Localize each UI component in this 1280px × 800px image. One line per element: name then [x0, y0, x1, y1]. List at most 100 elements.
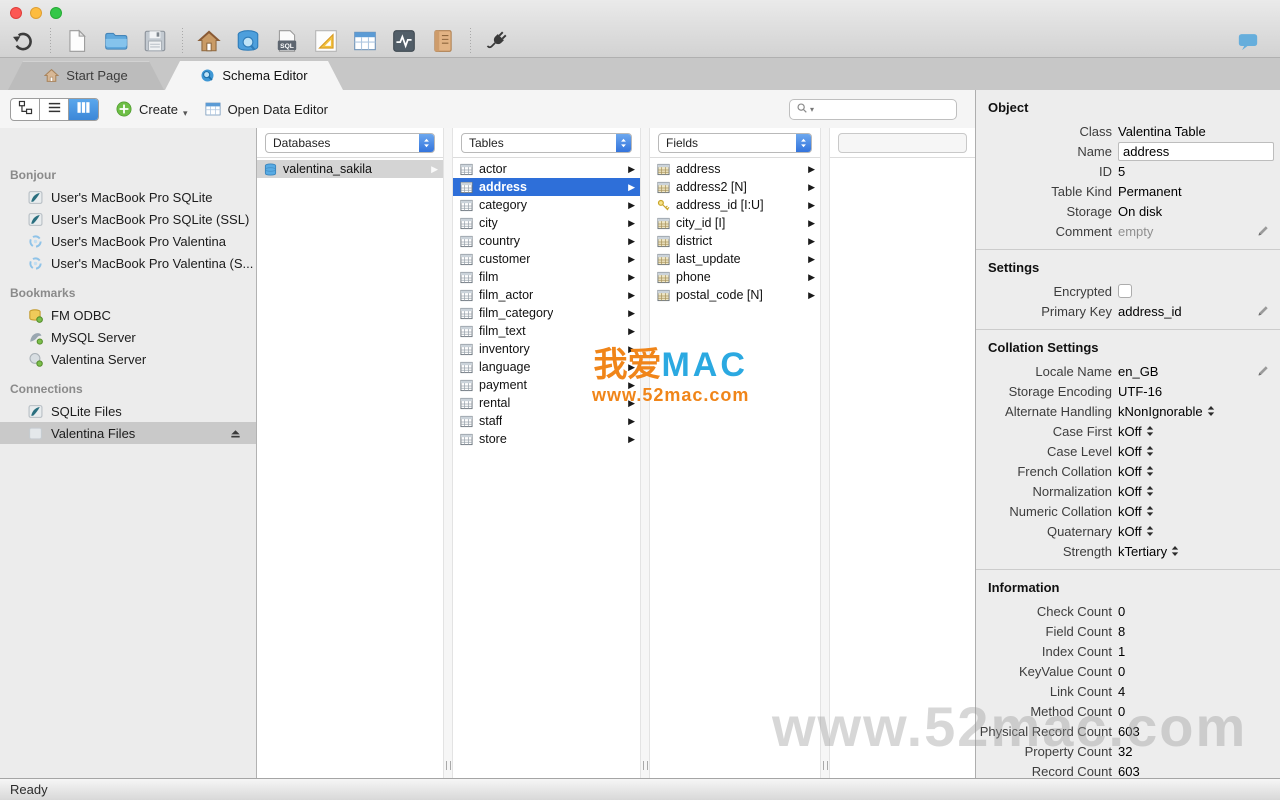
empty-popup-button[interactable] — [838, 132, 967, 153]
property-row-numeric-collation: Numeric Collation kOff — [976, 501, 1280, 521]
sql-editor-icon[interactable]: SQL — [274, 28, 300, 54]
data-editor-icon[interactable] — [352, 28, 378, 54]
value-stepper-icon[interactable] — [1146, 425, 1154, 437]
list-item-film[interactable]: film ▶ — [453, 268, 640, 286]
table-icon — [460, 199, 473, 212]
save-icon[interactable] — [142, 28, 168, 54]
column-header: Tables — [453, 128, 640, 158]
list-item-label: film_actor — [479, 288, 534, 302]
new-document-icon[interactable] — [64, 28, 90, 54]
column-splitter[interactable] — [820, 128, 830, 778]
list-item-last-update[interactable]: last_update ▶ — [650, 250, 820, 268]
disclosure-arrow-icon: ▶ — [628, 289, 635, 300]
open-folder-icon[interactable] — [103, 28, 129, 54]
property-label: Physical Record Count — [979, 723, 1112, 739]
list-view-button[interactable] — [40, 98, 69, 120]
column-splitter[interactable] — [640, 128, 650, 778]
tables-popup-button[interactable]: Tables — [461, 132, 632, 153]
sidebar-item-sqlite-files[interactable]: SQLite Files — [0, 400, 256, 422]
value-stepper-icon[interactable] — [1146, 525, 1154, 537]
property-value: 5 — [1118, 163, 1126, 179]
tab-schema-editor[interactable]: Schema Editor — [165, 61, 343, 90]
sidebar-item-valentina-files[interactable]: Valentina Files — [0, 422, 256, 444]
sidebar-item-fm-odbc[interactable]: FM ODBC — [0, 304, 256, 326]
value-stepper-icon[interactable] — [1146, 505, 1154, 517]
valentina-bonjour-icon — [28, 234, 43, 249]
value-stepper-icon[interactable] — [1171, 545, 1179, 557]
column-splitter[interactable] — [443, 128, 453, 778]
disclosure-arrow-icon: ▶ — [628, 433, 635, 444]
server-admin-icon[interactable] — [391, 28, 417, 54]
close-button[interactable] — [10, 7, 22, 19]
feedback-bubble-button[interactable] — [1236, 30, 1260, 52]
sidebar-item-mysql-server[interactable]: MySQL Server — [0, 326, 256, 348]
list-item-postal-code-n-[interactable]: postal_code [N] ▶ — [650, 286, 820, 304]
list-item-rental[interactable]: rental ▶ — [453, 394, 640, 412]
undo-icon[interactable] — [10, 28, 36, 54]
property-value: 8 — [1118, 623, 1126, 639]
name-input[interactable] — [1118, 141, 1274, 161]
search-input[interactable] — [816, 102, 950, 116]
sqlite-feather-icon — [28, 190, 43, 205]
list-item-address[interactable]: address ▶ — [453, 178, 640, 196]
diagram-editor-icon[interactable] — [313, 28, 339, 54]
schema-editor-icon[interactable] — [235, 28, 261, 54]
value-stepper-icon[interactable] — [1146, 485, 1154, 497]
list-item-inventory[interactable]: inventory ▶ — [453, 340, 640, 358]
list-item-staff[interactable]: staff ▶ — [453, 412, 640, 430]
edit-pencil-icon[interactable] — [1256, 364, 1270, 378]
property-label: Strength — [1062, 543, 1112, 559]
sidebar-item-valentina-server[interactable]: Valentina Server — [0, 348, 256, 370]
column-view-button[interactable] — [69, 98, 98, 120]
list-item-country[interactable]: country ▶ — [453, 232, 640, 250]
minimize-button[interactable] — [30, 7, 42, 19]
disclosure-arrow-icon: ▶ — [628, 379, 635, 390]
list-item-address[interactable]: address ▶ — [650, 160, 820, 178]
list-item-label: store — [479, 432, 507, 446]
property-value: 603 — [1118, 723, 1140, 739]
list-item-language[interactable]: language ▶ — [453, 358, 640, 376]
column-list: actor ▶ address ▶ category ▶ city ▶ country ▶ cust… — [453, 158, 640, 778]
value-stepper-icon[interactable] — [1146, 465, 1154, 477]
sidebar-item-user-s-macbook-pro-valentina[interactable]: User's MacBook Pro Valentina — [0, 230, 256, 252]
property-value: kOff — [1118, 464, 1154, 479]
tab-start-page[interactable]: Start Page — [8, 61, 164, 90]
list-item-district[interactable]: district ▶ — [650, 232, 820, 250]
sidebar-item-user-s-macbook-pro-sqlite[interactable]: User's MacBook Pro SQLite — [0, 186, 256, 208]
list-item-customer[interactable]: customer ▶ — [453, 250, 640, 268]
list-item-actor[interactable]: actor ▶ — [453, 160, 640, 178]
list-item-address-id-i-u-[interactable]: address_id [I:U] ▶ — [650, 196, 820, 214]
list-item-category[interactable]: category ▶ — [453, 196, 640, 214]
report-editor-icon[interactable] — [430, 28, 456, 54]
edit-pencil-icon[interactable] — [1256, 224, 1270, 238]
open-data-editor-button[interactable]: Open Data Editor — [204, 100, 328, 118]
search-field[interactable]: ▾ — [789, 98, 957, 120]
databases-popup-button[interactable]: Databases — [265, 132, 435, 153]
fields-popup-button[interactable]: Fields — [658, 132, 812, 153]
schema-editor-toolbar: Create ▾ Open Data Editor ▾ — [0, 90, 975, 128]
list-item-phone[interactable]: phone ▶ — [650, 268, 820, 286]
encrypted-checkbox[interactable] — [1118, 284, 1132, 298]
table-icon — [460, 379, 473, 392]
tree-view-button[interactable] — [11, 98, 40, 120]
value-stepper-icon[interactable] — [1207, 405, 1215, 417]
list-item-payment[interactable]: payment ▶ — [453, 376, 640, 394]
list-item-label: address2 [N] — [676, 180, 747, 194]
edit-pencil-icon[interactable] — [1256, 304, 1270, 318]
zoom-button[interactable] — [50, 7, 62, 19]
home-icon[interactable] — [196, 28, 222, 54]
list-item-store[interactable]: store ▶ — [453, 430, 640, 448]
list-item-film-actor[interactable]: film_actor ▶ — [453, 286, 640, 304]
sidebar-item-user-s-macbook-pro-sqlite-ssl-[interactable]: User's MacBook Pro SQLite (SSL) — [0, 208, 256, 230]
list-item-film-text[interactable]: film_text ▶ — [453, 322, 640, 340]
list-item-city[interactable]: city ▶ — [453, 214, 640, 232]
value-stepper-icon[interactable] — [1146, 445, 1154, 457]
create-button[interactable]: Create ▾ — [115, 99, 188, 119]
eject-icon[interactable] — [229, 427, 242, 440]
list-item-film-category[interactable]: film_category ▶ — [453, 304, 640, 322]
list-item-address2-n-[interactable]: address2 [N] ▶ — [650, 178, 820, 196]
list-item-valentina-sakila[interactable]: valentina_sakila ▶ — [257, 160, 443, 178]
connection-plug-icon[interactable] — [484, 28, 510, 54]
list-item-city-id-i-[interactable]: city_id [I] ▶ — [650, 214, 820, 232]
sidebar-item-user-s-macbook-pro-valentina-s-[interactable]: User's MacBook Pro Valentina (S... — [0, 252, 256, 274]
